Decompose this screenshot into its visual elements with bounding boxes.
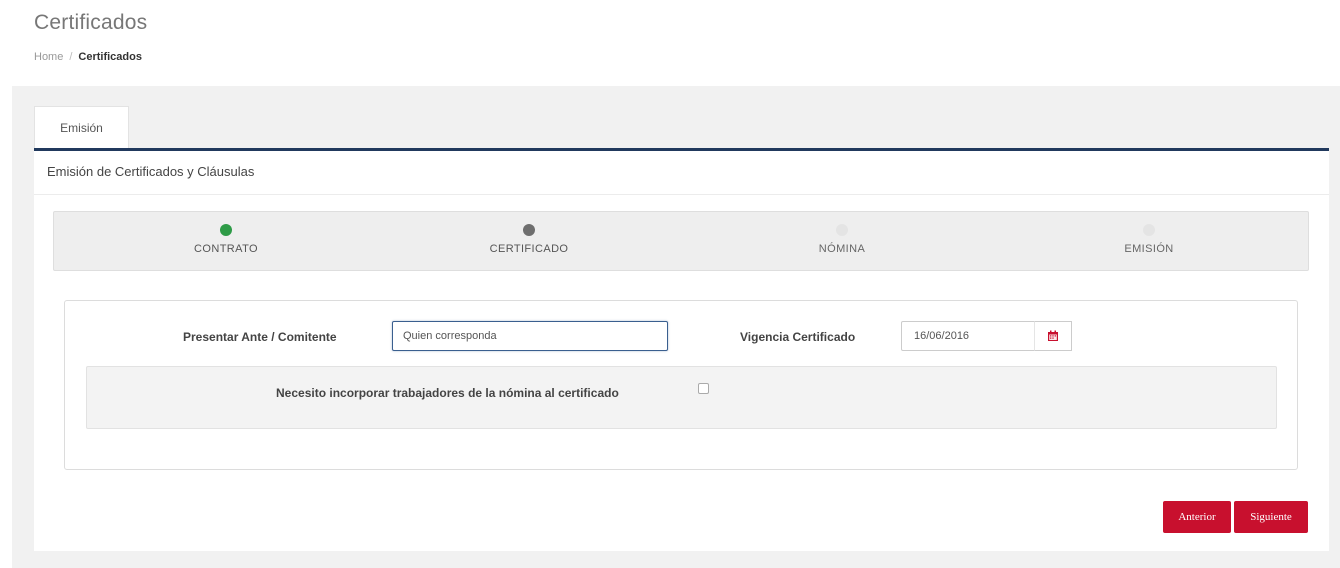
step-dot-emision [1143, 224, 1155, 236]
breadcrumb-separator: / [69, 51, 73, 63]
step-dot-contrato [220, 224, 232, 236]
vigencia-label: Vigencia Certificado [740, 330, 856, 344]
anterior-button[interactable]: Anterior [1163, 501, 1231, 533]
breadcrumb-home-link[interactable]: Home [34, 51, 63, 63]
step-certificado[interactable]: CERTIFICADO [459, 212, 599, 270]
panel-heading: Emisión de Certificados y Cláusulas [34, 151, 1329, 195]
calendar-icon [1048, 330, 1058, 341]
step-emision[interactable]: EMISIÓN [1079, 212, 1219, 270]
certificate-form: Presentar Ante / Comitente Vigencia Cert… [64, 300, 1298, 470]
tab-emision[interactable]: Emisión [34, 106, 129, 149]
emission-panel: Emisión de Certificados y Cláusulas CONT… [34, 151, 1329, 551]
breadcrumb: Home / Certificados [34, 51, 142, 63]
nomina-option-well: Necesito incorporar trabajadores de la n… [86, 366, 1277, 429]
page-header: Certificados Home / Certificados [0, 0, 1340, 86]
wizard-steps: CONTRATO CERTIFICADO NÓMINA EMISIÓN [53, 211, 1309, 271]
step-nomina[interactable]: NÓMINA [772, 212, 912, 270]
presentar-label: Presentar Ante / Comitente [183, 330, 337, 344]
calendar-button[interactable] [1034, 321, 1072, 351]
page-title: Certificados [34, 11, 148, 34]
step-label-certificado: CERTIFICADO [489, 243, 569, 255]
breadcrumb-current: Certificados [78, 51, 142, 63]
content-area: Emisión Emisión de Certificados y Cláusu… [12, 86, 1340, 568]
step-dot-nomina [836, 224, 848, 236]
step-contrato[interactable]: CONTRATO [156, 212, 296, 270]
step-dot-certificado [523, 224, 535, 236]
nomina-checkbox-label: Necesito incorporar trabajadores de la n… [276, 386, 619, 400]
nomina-checkbox[interactable] [698, 383, 709, 394]
step-label-contrato: CONTRATO [194, 243, 258, 255]
step-label-emision: EMISIÓN [1124, 243, 1174, 255]
step-label-nomina: NÓMINA [818, 243, 866, 255]
siguiente-button[interactable]: Siguiente [1234, 501, 1308, 533]
vigencia-date-input[interactable] [901, 321, 1035, 351]
presentar-input[interactable] [392, 321, 668, 351]
